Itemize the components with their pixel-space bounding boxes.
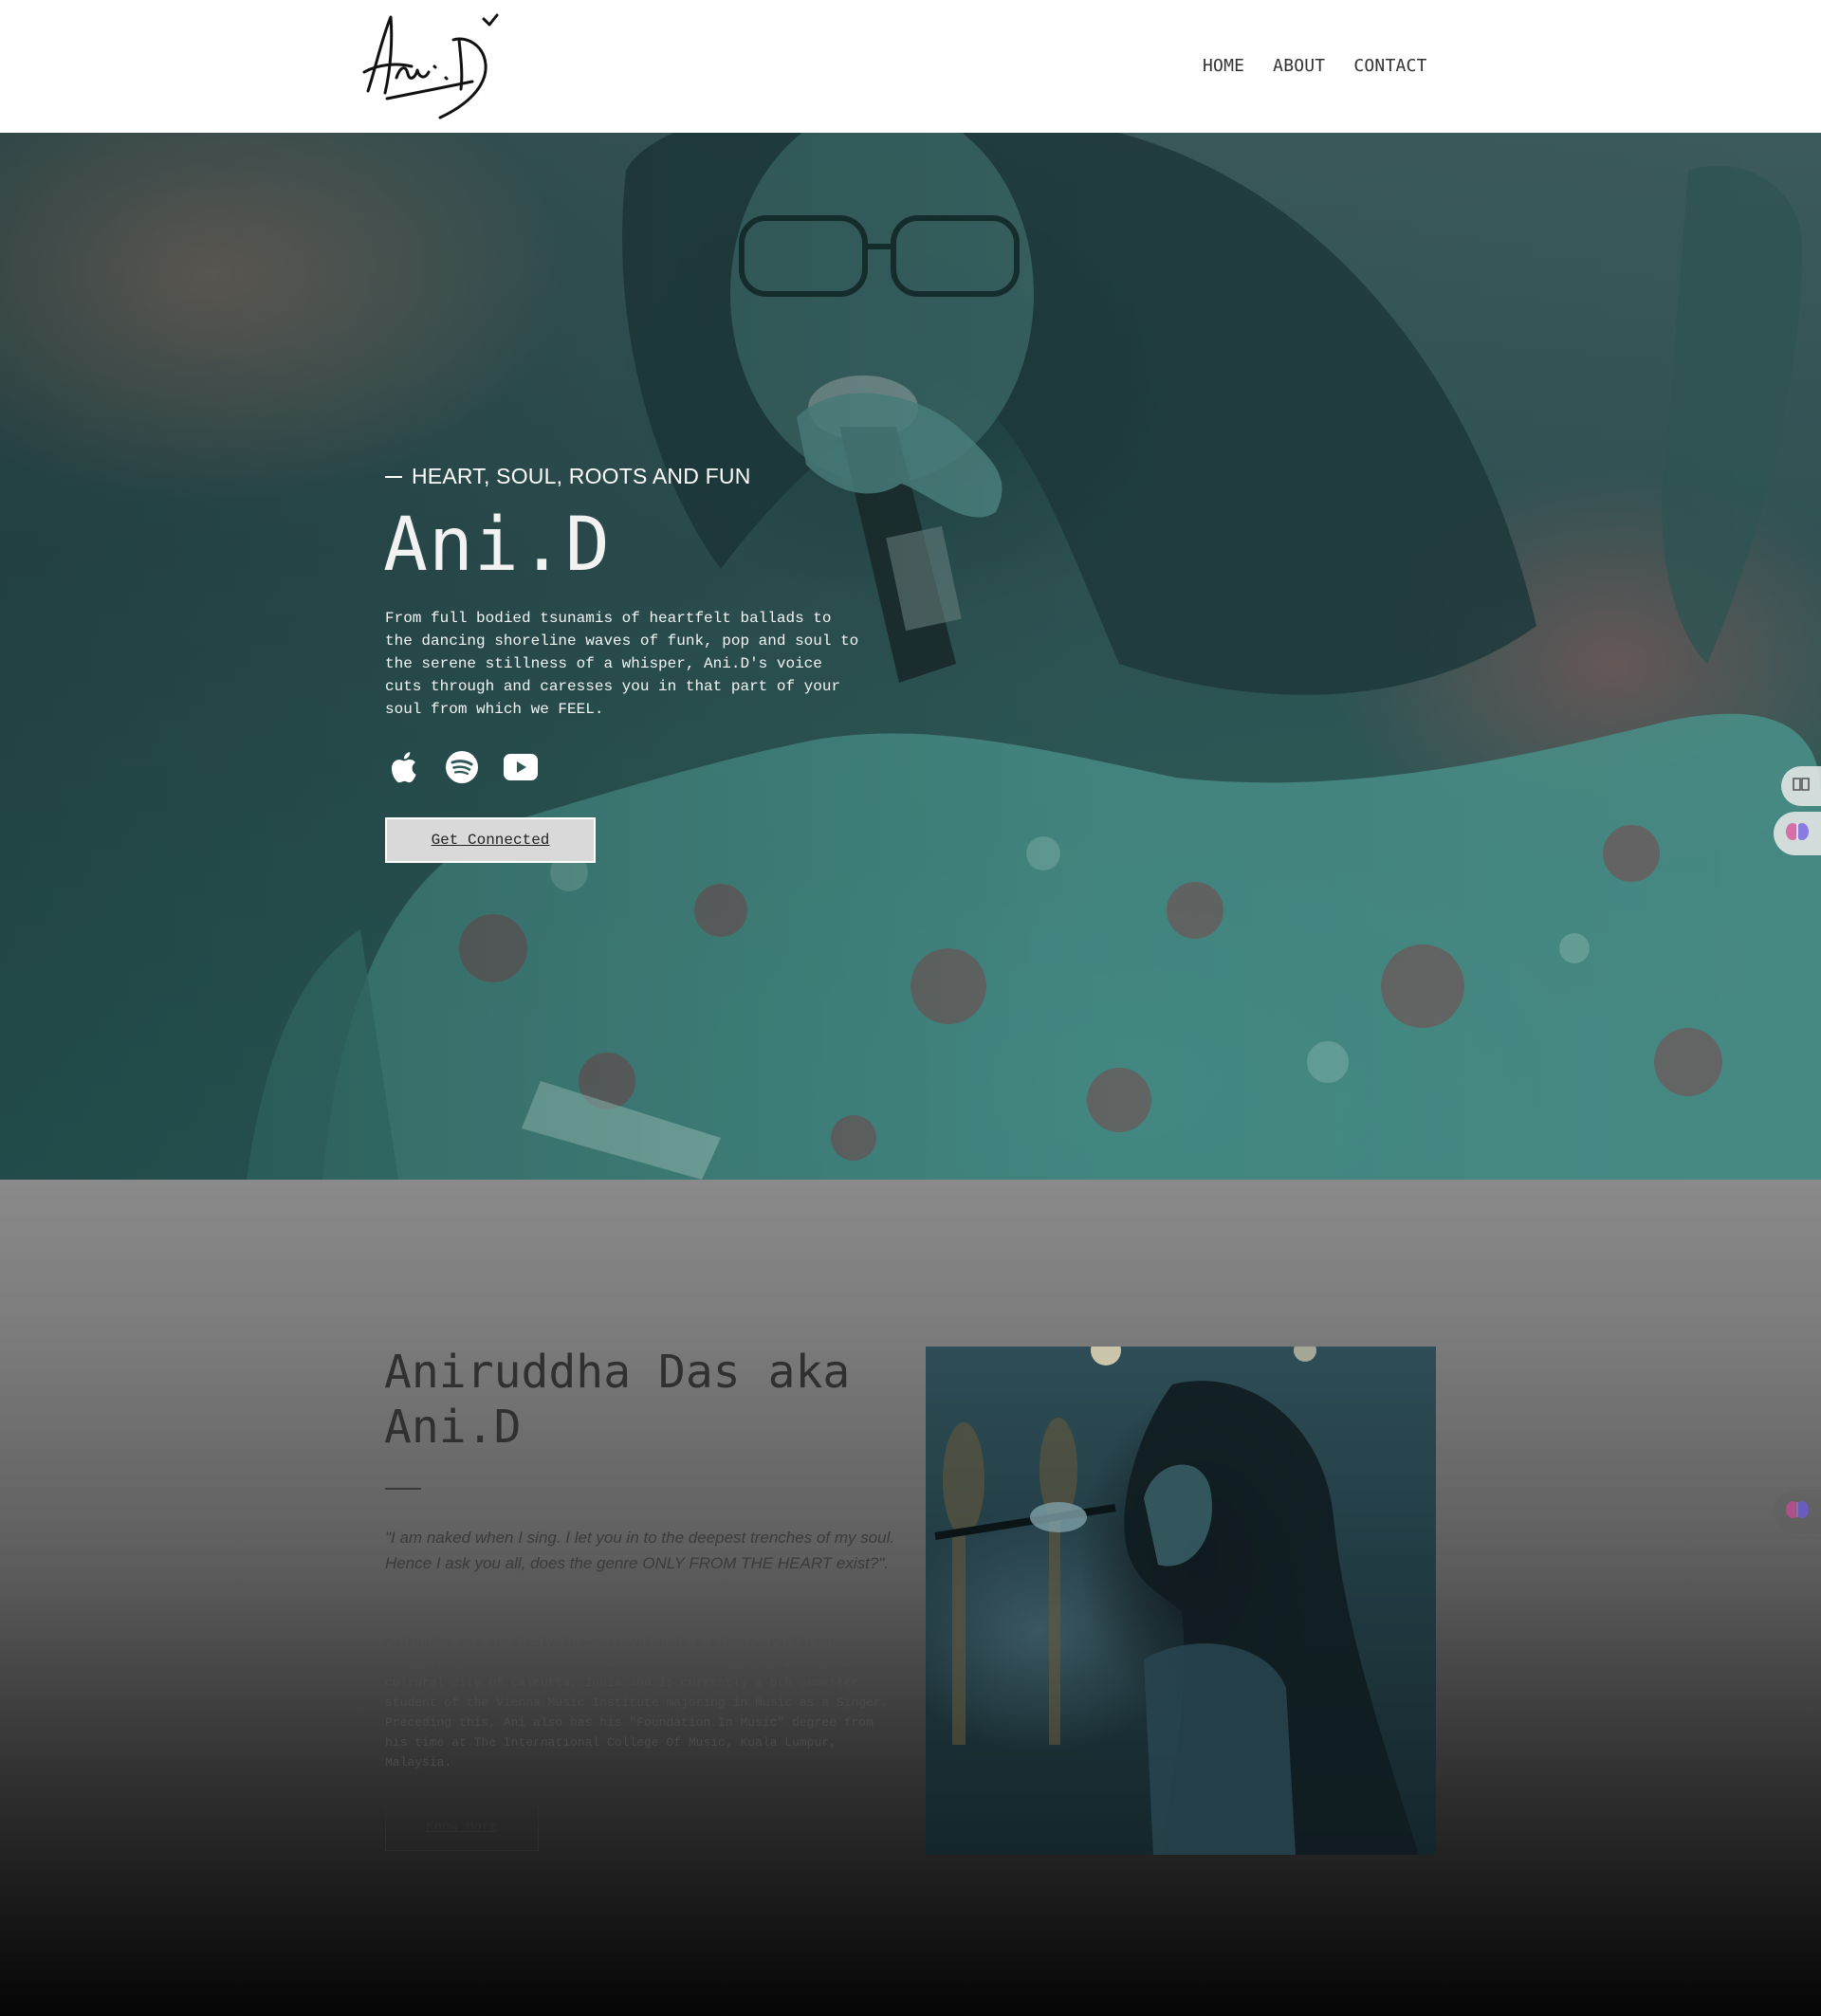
ai-assistant-widget-secondary[interactable] — [1774, 1490, 1821, 1533]
site-header: HOME ABOUT CONTACT — [0, 0, 1821, 133]
reader-widget[interactable] — [1781, 766, 1821, 806]
about-title: Aniruddha Das aka Ani.D — [384, 1346, 851, 1454]
about-section: Aniruddha Das aka Ani.D "I am naked when… — [0, 1180, 1821, 2016]
hero-section: HEART, SOUL, ROOTS AND FUN Ani.D From fu… — [0, 133, 1821, 1180]
hero-eyebrow: HEART, SOUL, ROOTS AND FUN — [385, 464, 751, 489]
about-divider — [385, 1488, 421, 1490]
apple-music-icon[interactable] — [385, 749, 421, 785]
hero-title: Ani.D — [383, 503, 611, 588]
get-connected-button[interactable]: Get Connected — [385, 817, 596, 863]
brain-icon — [1785, 1499, 1810, 1524]
main-nav: HOME ABOUT CONTACT — [1203, 49, 1427, 82]
about-quote: "I am naked when I sing. I let you in to… — [385, 1529, 895, 1572]
about-body: Aniruddha Das or simply known as Ani.D i… — [385, 1636, 889, 1769]
social-links — [385, 749, 539, 785]
ai-assistant-widget[interactable] — [1774, 812, 1821, 855]
nav-about-link[interactable]: ABOUT — [1273, 56, 1325, 76]
nav-home-link[interactable]: HOME — [1203, 56, 1244, 76]
hero-description: From full bodied tsunamis of heartfelt b… — [385, 610, 859, 718]
nav-contact-link[interactable]: CONTACT — [1353, 56, 1426, 76]
hero-eyebrow-text: HEART, SOUL, ROOTS AND FUN — [412, 464, 751, 488]
brain-icon — [1785, 821, 1810, 846]
hero-overlay — [0, 133, 1821, 1180]
youtube-icon[interactable] — [503, 749, 539, 785]
know-more-button[interactable]: Know More — [385, 1804, 539, 1851]
about-photo — [926, 1347, 1436, 1855]
book-icon — [1792, 777, 1811, 796]
signature-logo[interactable] — [359, 11, 510, 121]
spotify-icon[interactable] — [444, 749, 480, 785]
eyebrow-dash — [385, 475, 402, 478]
